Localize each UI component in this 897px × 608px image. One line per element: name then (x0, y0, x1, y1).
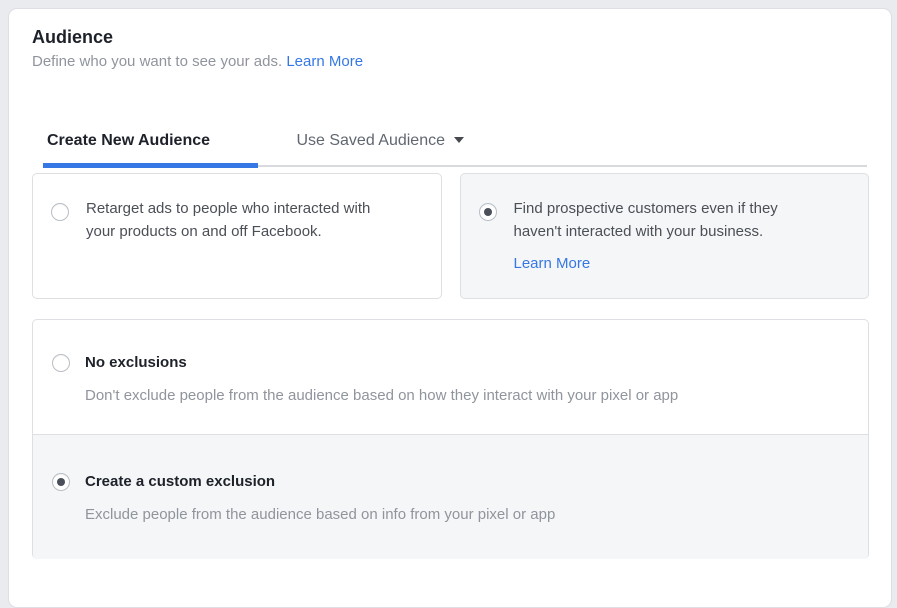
audience-panel: Audience Define who you want to see your… (8, 8, 892, 608)
exclusion-options-box: No exclusions Don't exclude people from … (32, 319, 869, 559)
exclusion-title: Create a custom exclusion (85, 473, 276, 490)
exclusion-description: Don't exclude people from the audience b… (85, 387, 679, 404)
no-exclusions-radio[interactable] (52, 354, 70, 372)
option-label: Find prospective customers even if they … (513, 200, 778, 240)
page-title: Audience (32, 27, 114, 47)
tab-label: Use Saved Audience (296, 132, 445, 149)
option-custom-exclusion[interactable]: Create a custom exclusion Exclude people… (33, 434, 868, 559)
exclusion-title: No exclusions (85, 354, 187, 371)
subtitle-text: Define who you want to see your ads. (32, 53, 283, 70)
page-subtitle: Define who you want to see your ads. Lea… (32, 52, 363, 71)
exclusion-description: Exclude people from the audience based o… (85, 506, 556, 523)
prospecting-radio[interactable] (478, 203, 497, 221)
caret-down-icon (454, 136, 464, 143)
tab-use-saved-audience[interactable]: Use Saved Audience (292, 130, 468, 165)
option-label: Retarget ads to people who interacted wi… (86, 200, 371, 240)
header-learn-more-link[interactable]: Learn More (286, 53, 363, 70)
custom-exclusion-radio[interactable] (52, 473, 70, 491)
tab-create-new-audience[interactable]: Create New Audience (43, 130, 258, 168)
tab-label: Create New Audience (47, 132, 211, 149)
targeting-options-row: Retarget ads to people who interacted wi… (32, 173, 869, 299)
option-prospecting-card[interactable]: Find prospective customers even if they … (459, 173, 869, 299)
option-no-exclusions[interactable]: No exclusions Don't exclude people from … (33, 320, 868, 434)
option-retarget-card[interactable]: Retarget ads to people who interacted wi… (32, 173, 442, 299)
retarget-radio[interactable] (51, 203, 69, 221)
audience-tabs: Create New Audience Use Saved Audience (43, 130, 867, 168)
prospecting-learn-more-link[interactable]: Learn More (514, 252, 591, 275)
